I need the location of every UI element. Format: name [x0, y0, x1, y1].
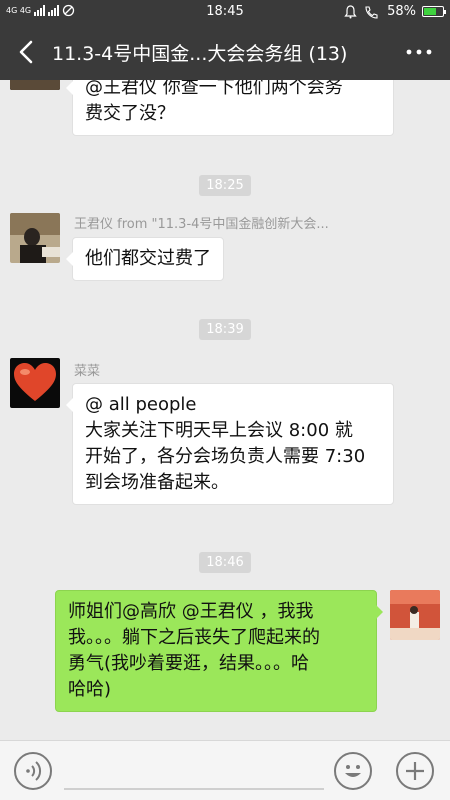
battery-fill: [424, 8, 436, 15]
phone-icon: [365, 5, 378, 19]
bell-icon: [344, 4, 357, 18]
message-bubble[interactable]: @王君仪 你查一下他们两个会务 费交了没？: [66, 80, 394, 136]
voice-icon: [26, 761, 42, 781]
chat-area[interactable]: @王君仪 你查一下他们两个会务 费交了没？ 18:25 王君仪 from "11…: [0, 80, 450, 740]
status-bar: 4G 4G 18:45 58%: [0, 0, 450, 24]
battery-icon: [422, 6, 446, 17]
message-line: @ all people: [85, 394, 197, 415]
avatar[interactable]: [10, 213, 60, 263]
message-input[interactable]: [64, 788, 324, 790]
message-line: 费交了没？: [85, 103, 175, 124]
back-button[interactable]: [14, 38, 40, 66]
message-line: 我。。。躺下之后丧失了爬起来的: [68, 627, 320, 648]
message-line: 师姐们@高欣 @王君仪 ，我我: [68, 601, 314, 622]
message-bubble-sent[interactable]: 师姐们@高欣 @王君仪 ，我我 我。。。躺下之后丧失了爬起来的 勇气(我吵着要逛…: [55, 590, 383, 712]
message-bubble[interactable]: 他们都交过费了: [66, 237, 224, 281]
message-line: @王君仪 你查一下他们两个会务: [85, 80, 343, 98]
message-line: 大家关注下明天早上会议 8:00 就: [85, 420, 353, 441]
chevron-left-icon: [19, 40, 33, 64]
timestamp: 18:39: [0, 318, 450, 340]
battery-percent: 58%: [387, 4, 416, 19]
my-avatar[interactable]: [390, 590, 440, 640]
emoji-button[interactable]: [334, 752, 372, 790]
sender-name: 菜菜: [74, 364, 101, 379]
message-line: 他们都交过费了: [85, 248, 211, 269]
message-line: 开始了，各分会场负责人需要 7:30: [85, 446, 366, 467]
chat-title: 11.3-4号中国金...大会会务组 (13): [52, 43, 348, 65]
chat-header: 11.3-4号中国金...大会会务组 (13): [0, 24, 450, 80]
input-bar: [0, 740, 450, 800]
message-bubble[interactable]: @ all people 大家关注下明天早上会议 8:00 就 开始了，各分会场…: [66, 383, 394, 505]
sender-name: 王君仪 from "11.3-4号中国金融创新大会...: [74, 217, 329, 232]
timestamp: 18:25: [0, 174, 450, 196]
more-dots-icon: [406, 49, 432, 55]
message-line: 哈哈): [68, 679, 112, 700]
message-line: 到会场准备起来。: [85, 472, 229, 493]
avatar[interactable]: [10, 80, 60, 90]
voice-button[interactable]: [14, 752, 52, 790]
heart-icon: [10, 358, 60, 408]
timestamp: 18:46: [0, 551, 450, 573]
add-button[interactable]: [396, 752, 434, 790]
plus-icon: [406, 762, 424, 780]
emoji-icon: [345, 765, 361, 777]
message-line: 勇气(我吵着要逛，结果。。。哈: [68, 653, 310, 674]
more-options-button[interactable]: [404, 38, 434, 66]
avatar[interactable]: [10, 358, 60, 408]
